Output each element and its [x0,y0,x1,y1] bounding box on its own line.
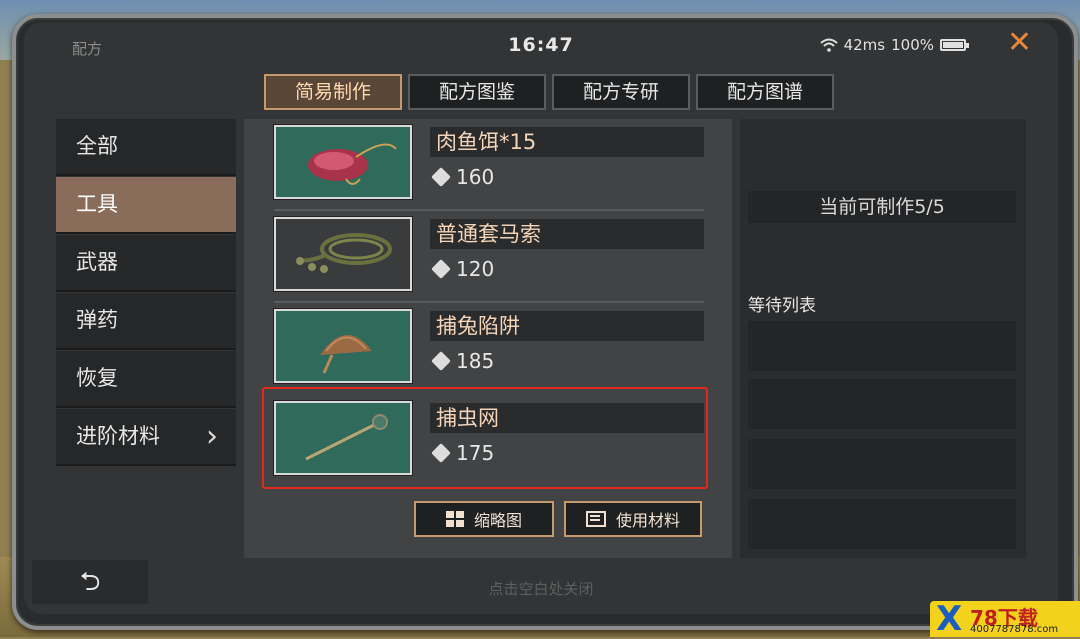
status-indicators: 42ms 100% [819,36,969,54]
recipe-item[interactable]: 肉鱼饵*15 160 [273,124,704,205]
category-all[interactable]: 全部 [56,119,236,174]
category-recovery[interactable]: 恢复 [56,351,236,406]
category-list: 全部 工具 武器 弹药 恢复 进阶材料 › [56,119,236,467]
thumbnail-label: 缩略图 [473,511,522,530]
material-cube-icon [431,259,451,279]
recipe-cost: 160 [431,165,495,189]
meat-bait-icon [273,124,413,200]
category-ammo[interactable]: 弹药 [56,293,236,348]
selection-highlight [262,387,708,489]
materials-label: 使用材料 [615,511,680,530]
recipe-list: 肉鱼饵*15 160 普通套马索 120 捕兔陷阱 185 捕虫网 175 缩略… [244,119,732,558]
tab-bar: 简易制作 配方图鉴 配方专研 配方图谱 [264,74,834,110]
tab-recipe-map[interactable]: 配方图谱 [696,74,834,110]
recipe-name: 捕兔陷阱 [430,311,704,341]
category-label: 弹药 [76,308,118,332]
use-materials-button[interactable]: 使用材料 [564,501,702,537]
category-label: 武器 [76,250,118,274]
category-label: 进阶材料 [76,424,160,448]
category-weapons[interactable]: 武器 [56,235,236,290]
material-cube-icon [431,167,451,187]
rabbit-trap-icon [273,308,413,384]
waiting-list-title: 等待列表 [748,296,816,316]
thumbnail-view-button[interactable]: 缩略图 [414,501,554,537]
cost-value: 120 [456,257,495,281]
queue-slot[interactable] [748,379,1016,429]
battery-icon [940,39,969,51]
close-icon[interactable]: ✕ [1007,28,1032,58]
chevron-right-icon: › [206,419,218,454]
tab-recipe-catalog[interactable]: 配方图鉴 [408,74,546,110]
queue-slot[interactable] [748,499,1016,549]
lasso-icon [273,216,413,292]
category-label: 全部 [76,134,118,158]
wifi-icon [819,38,838,52]
category-label: 工具 [76,192,118,216]
category-label: 恢复 [76,366,118,390]
craftable-count: 当前可制作5/5 [748,191,1016,223]
queue-slot[interactable] [748,321,1016,371]
recipe-name: 普通套马索 [430,219,704,249]
recipe-cost: 185 [431,349,495,373]
recipe-item[interactable]: 普通套马索 120 [273,216,704,297]
recipe-name: 肉鱼饵*15 [430,127,704,157]
material-cube-icon [431,351,451,371]
cost-value: 160 [456,165,495,189]
divider [274,301,704,303]
tab-simple-craft[interactable]: 简易制作 [264,74,402,110]
craft-queue-panel: 当前可制作5/5 等待列表 [740,119,1026,558]
cost-value: 185 [456,349,495,373]
category-tools[interactable]: 工具 [56,177,236,232]
watermark-x-icon: X [936,599,963,639]
recipe-cost: 120 [431,257,495,281]
recipe-item[interactable]: 捕兔陷阱 185 [273,308,704,389]
category-advanced-materials[interactable]: 进阶材料 › [56,409,236,464]
list-icon [585,511,606,527]
tab-recipe-research[interactable]: 配方专研 [552,74,690,110]
close-hint: 点击空白处关闭 [488,580,594,598]
grid-icon [445,511,464,527]
watermark-logo: X 78下载 4007787878.com [930,601,1080,637]
divider [274,209,704,211]
queue-slot[interactable] [748,439,1016,489]
battery-text: 100% [891,36,934,54]
watermark-url: 4007787878.com [970,624,1059,635]
recipe-panel: 配方 16:47 42ms 100% ✕ 简易制作 配方图鉴 配方专研 配方图谱… [24,22,1058,614]
ping-text: 42ms [843,36,886,54]
